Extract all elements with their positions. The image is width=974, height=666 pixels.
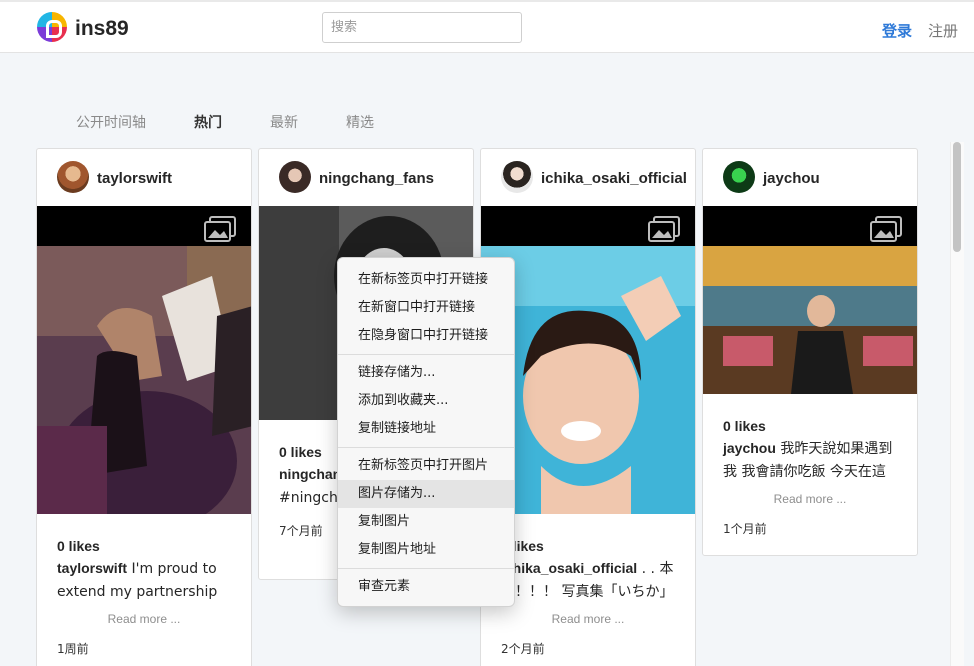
top-navbar: ins89 登录 注册: [0, 0, 974, 53]
post-time[interactable]: 1周前: [57, 640, 231, 657]
avatar[interactable]: [501, 161, 533, 193]
menu-open-link-new-window[interactable]: 在新窗口中打开链接: [338, 294, 514, 322]
post-media[interactable]: [37, 206, 251, 514]
menu-open-link-new-tab[interactable]: 在新标签页中打开链接: [338, 266, 514, 294]
read-more-link[interactable]: Read more ...: [703, 492, 917, 506]
search-input[interactable]: [322, 12, 522, 43]
post-media[interactable]: [703, 206, 917, 394]
avatar[interactable]: [279, 161, 311, 193]
avatar[interactable]: [723, 161, 755, 193]
avatar[interactable]: [57, 161, 89, 193]
read-more-link[interactable]: Read more ...: [37, 612, 251, 626]
menu-copy-link-address[interactable]: 复制链接地址: [338, 415, 514, 443]
read-more-link[interactable]: Read more ...: [481, 612, 695, 626]
post-caption: jaychou 我昨天說如果遇到我 我會請你吃飯 今天在這: [723, 437, 897, 484]
logo-icon[interactable]: [37, 12, 67, 42]
menu-save-image-as[interactable]: 图片存储为...: [338, 480, 514, 508]
menu-save-link-as[interactable]: 链接存储为...: [338, 359, 514, 387]
feed-tabs: 公开时间轴 热门 最新 精选: [76, 112, 422, 132]
post-header: ningchang_fans: [259, 149, 473, 206]
caption-username[interactable]: ichika_osaki_official: [501, 560, 637, 576]
gallery-icon: [204, 216, 236, 242]
post-username[interactable]: taylorswift: [97, 170, 172, 187]
menu-copy-image-address[interactable]: 复制图片地址: [338, 536, 514, 564]
tab-featured[interactable]: 精选: [346, 112, 374, 132]
menu-separator: [338, 568, 514, 569]
register-link[interactable]: 注册: [928, 20, 958, 41]
post-header: ichika_osaki_official: [481, 149, 695, 206]
caption-username[interactable]: taylorswift: [57, 560, 127, 576]
gallery-icon: [648, 216, 680, 242]
menu-open-image-new-tab[interactable]: 在新标签页中打开图片: [338, 452, 514, 480]
menu-separator: [338, 447, 514, 448]
tab-public-timeline[interactable]: 公开时间轴: [76, 112, 146, 132]
post-header: jaychou: [703, 149, 917, 206]
gallery-icon: [870, 216, 902, 242]
login-link[interactable]: 登录: [882, 20, 912, 41]
brand-name[interactable]: ins89: [75, 17, 129, 41]
menu-open-link-incognito[interactable]: 在隐身窗口中打开链接: [338, 322, 514, 350]
post-likes: 0 likes: [57, 538, 100, 554]
post-caption: ichika_osaki_official . . 本日！！！ 写真集「いちか」: [501, 557, 675, 604]
menu-copy-image[interactable]: 复制图片: [338, 508, 514, 536]
tab-popular[interactable]: 热门: [194, 112, 222, 132]
context-menu: 在新标签页中打开链接 在新窗口中打开链接 在隐身窗口中打开链接 链接存储为...…: [337, 257, 515, 607]
post-likes: 0 likes: [501, 538, 544, 554]
post-card: jaychou 0 likes jaychou 我昨天說如果遇到我 我會請你吃飯…: [702, 148, 918, 556]
post-header: taylorswift: [37, 149, 251, 206]
menu-add-to-bookmarks[interactable]: 添加到收藏夹...: [338, 387, 514, 415]
post-username[interactable]: ichika_osaki_official: [541, 170, 687, 187]
scrollbar-thumb[interactable]: [953, 142, 961, 252]
post-username[interactable]: jaychou: [763, 170, 820, 187]
caption-username[interactable]: jaychou: [723, 440, 776, 456]
post-time[interactable]: 1个月前: [723, 520, 897, 537]
menu-separator: [338, 354, 514, 355]
tab-latest[interactable]: 最新: [270, 112, 298, 132]
post-likes: 0 likes: [723, 418, 766, 434]
menu-inspect-element[interactable]: 审查元素: [338, 573, 514, 601]
post-image: [37, 246, 251, 514]
post-username[interactable]: ningchang_fans: [319, 170, 434, 187]
post-caption: taylorswift I'm proud to extend my partn…: [57, 557, 231, 604]
post-card: taylorswift 0 likes taylorswift I'm prou…: [36, 148, 252, 666]
post-time[interactable]: 2个月前: [501, 640, 675, 657]
